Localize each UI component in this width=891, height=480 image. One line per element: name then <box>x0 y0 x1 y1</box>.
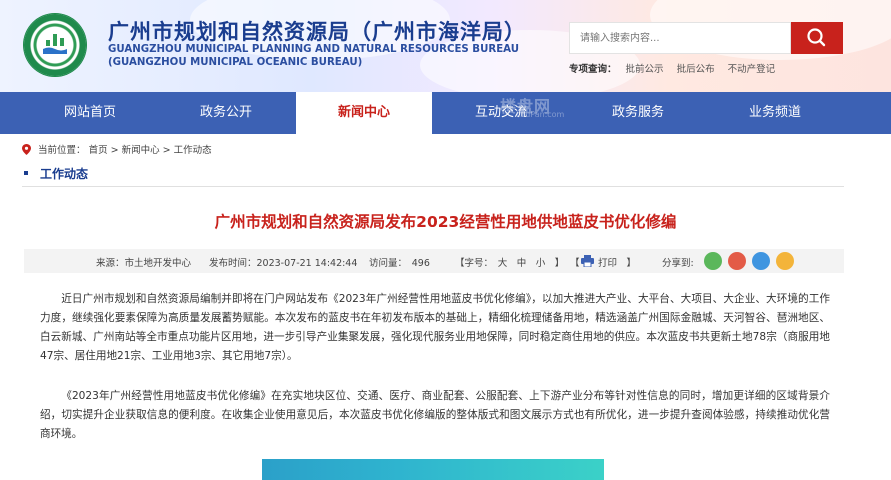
bureau-logo[interactable] <box>24 14 86 76</box>
wechat-icon[interactable] <box>704 252 722 270</box>
search-icon <box>807 28 826 47</box>
section-heading: 工作动态 <box>24 165 88 182</box>
breadcrumb-label: 当前位置： <box>38 145 86 156</box>
breadcrumb-path[interactable]: 首页 > 新闻中心 > 工作动态 <box>89 145 212 156</box>
quick-link-post-approval[interactable]: 批后公布 <box>677 64 715 75</box>
search-button[interactable] <box>791 22 843 54</box>
breadcrumb: 当前位置： 首页 > 新闻中心 > 工作动态 <box>22 142 212 156</box>
nav-item-gov-affairs[interactable]: 政务公开 <box>158 92 294 134</box>
share-label: 分享到: <box>662 258 694 269</box>
article-meta-bar: 来源：市土地开发中心 发布时间：2023-07-21 14:42:44 访问量：… <box>24 249 844 273</box>
quick-query-bar: 专项查询： 批前公示 批后公布 不动产登记 <box>569 61 785 75</box>
printer-icon[interactable] <box>581 255 594 267</box>
divider <box>22 186 844 187</box>
quick-query-label: 专项查询： <box>569 64 617 75</box>
qq-icon[interactable] <box>752 252 770 270</box>
nav-item-business[interactable]: 业务频道 <box>707 92 843 134</box>
font-size-switcher[interactable]: 【字号： 大 中 小 】 <box>455 255 564 269</box>
print-bracket: 【 <box>570 258 580 269</box>
nav-item-services[interactable]: 政务服务 <box>570 92 706 134</box>
article-paragraph: 近日广州市规划和自然资源局编制并即将在门户网站发布《2023年广州经营性用地蓝皮… <box>40 293 830 362</box>
nav-item-news[interactable]: 新闻中心 <box>296 92 432 134</box>
site-title-en: GUANGZHOU MUNICIPAL PLANNING AND NATURAL… <box>108 44 519 55</box>
main-nav: 网站首页 政务公开 新闻中心 互动交流 政务服务 业务频道 <box>0 92 891 134</box>
quick-link-real-estate[interactable]: 不动产登记 <box>728 64 776 75</box>
article-visits: 访问量： 496 <box>369 258 430 269</box>
article-image <box>262 459 604 480</box>
article-publish-time: 发布时间：2023-07-21 14:42:44 <box>209 258 358 269</box>
logo-emblem-icon <box>43 34 67 54</box>
nav-item-home[interactable]: 网站首页 <box>22 92 158 134</box>
section-title: 工作动态 <box>40 167 89 181</box>
site-title-cn: 广州市规划和自然资源局（广州市海洋局） <box>108 20 526 44</box>
site-header: 广州市规划和自然资源局（广州市海洋局） GUANGZHOU MUNICIPAL … <box>0 0 891 92</box>
weibo-icon[interactable] <box>728 252 746 270</box>
qzone-icon[interactable] <box>776 252 794 270</box>
quick-link-pre-approval[interactable]: 批前公示 <box>626 64 664 75</box>
section-bullet-icon <box>24 171 28 175</box>
site-title-en-sub: (GUANGZHOU MUNICIPAL OCEANIC BUREAU) <box>108 57 363 68</box>
article-title: 广州市规划和自然资源局发布2023经营性用地供地蓝皮书优化修编 <box>214 213 677 231</box>
article-paragraph: 《2023年广州经营性用地蓝皮书优化修编》在充实地块区位、交通、医疗、商业配套、… <box>40 390 830 440</box>
location-pin-icon <box>22 144 31 155</box>
print-button[interactable]: 打印 】 <box>598 255 636 269</box>
search-box <box>569 22 791 54</box>
watermark-url: LouPan.com <box>516 110 565 119</box>
article-source: 来源：市土地开发中心 <box>96 258 192 269</box>
search-input[interactable] <box>570 23 780 53</box>
